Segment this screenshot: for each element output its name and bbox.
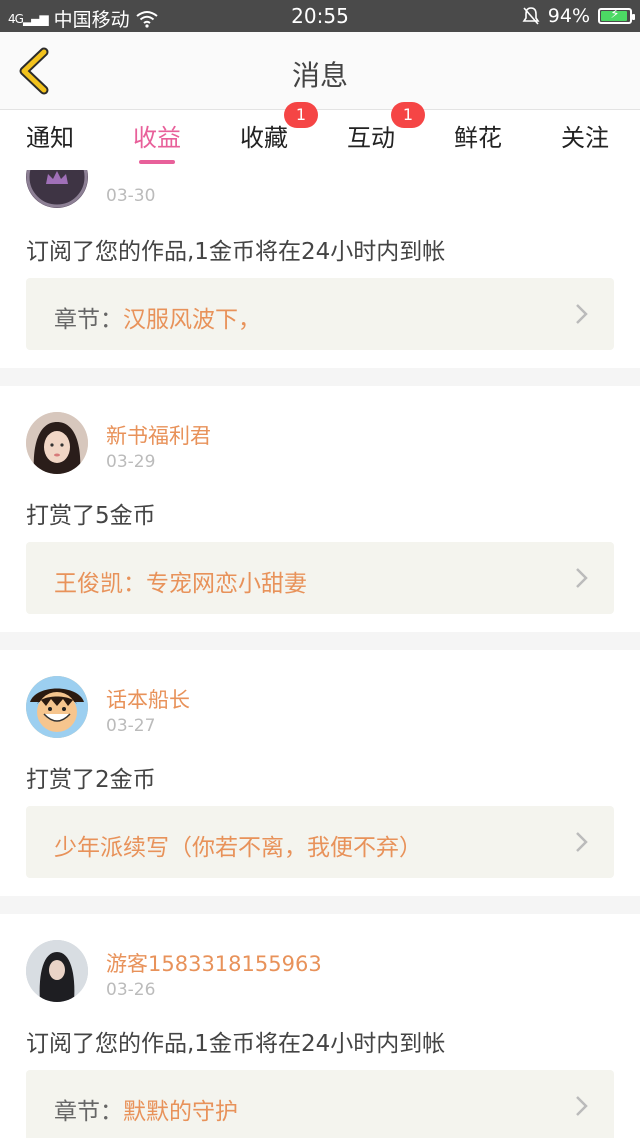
date: 03-29 <box>106 452 156 472</box>
message-list[interactable]: 03-30 订阅了您的作品,1金币将在24小时内到帐 章节：汉服风波下， 新书福… <box>0 170 640 1138</box>
tab-follow[interactable]: 关注 <box>535 110 635 170</box>
ref-label: 章节： <box>54 307 123 333</box>
avatar <box>26 676 88 738</box>
tab-badge: 1 <box>391 102 425 128</box>
ref-value: 汉服风波下， <box>123 307 261 333</box>
book-link[interactable]: 少年派续写（你若不离，我便不弃） <box>26 806 614 878</box>
tab-label: 鲜花 <box>454 124 502 152</box>
battery-icon: ⚡ <box>598 7 635 24</box>
page-title: 消息 <box>291 59 348 92</box>
tab-notice[interactable]: 通知 <box>0 110 100 170</box>
list-item[interactable]: 话本船长 03-27 打赏了2金币 少年派续写（你若不离，我便不弃） <box>0 650 640 896</box>
avatar <box>26 412 88 474</box>
message-text: 打赏了5金币 <box>26 503 156 529</box>
status-bar: 4G▂▄▆ 中国移动 20:55 94% ⚡ <box>0 0 640 32</box>
avatar <box>26 940 88 1002</box>
username: 话本船长 <box>106 688 190 712</box>
message-text: 打赏了2金币 <box>26 767 156 793</box>
chevron-right-icon <box>576 1096 588 1116</box>
book-link[interactable]: 王俊凯：专宠网恋小甜妻 <box>26 542 614 614</box>
battery-percent: 94% <box>547 5 590 27</box>
list-item[interactable]: 03-30 订阅了您的作品,1金币将在24小时内到帐 章节：汉服风波下， <box>0 170 640 368</box>
tab-flowers[interactable]: 鲜花 <box>428 110 528 170</box>
ref-value: 默默的守护 <box>123 1099 238 1125</box>
tab-favorites[interactable]: 收藏 1 <box>214 102 318 170</box>
tab-bar: 通知 收益 收藏 1 互动 1 鲜花 关注 <box>0 102 640 170</box>
avatar <box>26 170 88 208</box>
date: 03-26 <box>106 980 156 1000</box>
date: 03-27 <box>106 716 156 736</box>
chevron-right-icon <box>576 832 588 852</box>
tab-label: 互动 <box>347 124 395 152</box>
ref-value: 王俊凯：专宠网恋小甜妻 <box>54 571 307 597</box>
chapter-link[interactable]: 章节：默默的守护 <box>26 1070 614 1138</box>
chapter-link[interactable]: 章节：汉服风波下， <box>26 278 614 350</box>
message-text: 订阅了您的作品,1金币将在24小时内到帐 <box>26 1031 446 1057</box>
tab-label: 收藏 <box>240 124 288 152</box>
nav-header: 消息 <box>0 32 640 110</box>
active-tab-indicator <box>139 160 175 164</box>
tab-badge: 1 <box>284 102 318 128</box>
tab-label: 关注 <box>561 124 609 152</box>
ref-value: 少年派续写（你若不离，我便不弃） <box>54 835 422 861</box>
message-text: 订阅了您的作品,1金币将在24小时内到帐 <box>26 239 446 265</box>
bell-muted-icon <box>522 7 540 25</box>
date: 03-30 <box>106 186 156 206</box>
tab-label: 通知 <box>26 124 74 152</box>
tab-label: 收益 <box>133 124 181 152</box>
chevron-right-icon <box>576 568 588 588</box>
charging-icon: ⚡ <box>610 7 620 22</box>
username: 游客1583318155963 <box>106 952 322 976</box>
list-item[interactable]: 新书福利君 03-29 打赏了5金币 王俊凯：专宠网恋小甜妻 <box>0 386 640 632</box>
tab-income[interactable]: 收益 <box>107 110 207 170</box>
list-item[interactable]: 游客1583318155963 03-26 订阅了您的作品,1金币将在24小时内… <box>0 914 640 1138</box>
ref-label: 章节： <box>54 1099 123 1125</box>
chevron-right-icon <box>576 304 588 324</box>
username: 新书福利君 <box>106 424 211 448</box>
tab-interaction[interactable]: 互动 1 <box>321 102 425 170</box>
